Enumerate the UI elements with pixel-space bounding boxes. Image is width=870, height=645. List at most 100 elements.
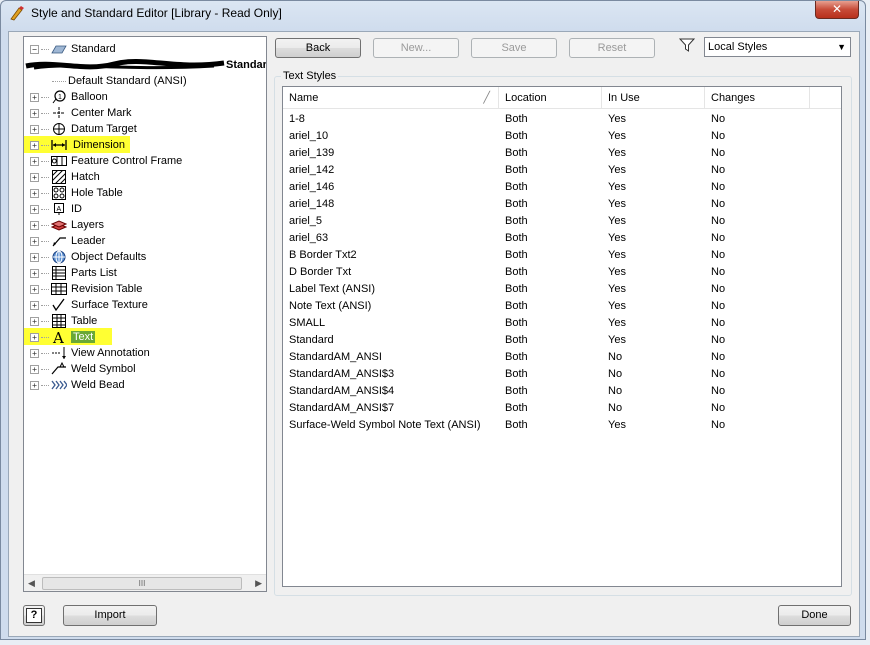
close-button[interactable]: ✕ [815,1,859,19]
table-row[interactable]: ariel_5 Both Yes No [283,213,841,230]
help-button[interactable]: ? [23,605,45,626]
app-icon [10,6,24,21]
svg-text:A: A [52,330,64,344]
table-row[interactable]: Label Text (ANSI) Both Yes No [283,281,841,298]
expand-icon[interactable]: + [30,316,39,326]
tree-item-id[interactable]: + A ID [30,201,82,217]
tree-item-text[interactable]: + A Text [24,328,112,345]
tree-horizontal-scrollbar[interactable]: ◀ III ▶ [24,574,266,591]
expand-icon[interactable]: + [30,92,39,102]
table-row[interactable]: ariel_148 Both Yes No [283,196,841,213]
table-row[interactable]: StandardAM_ANSI$4 Both No No [283,383,841,400]
tree-item-object-defaults[interactable]: + Object Defaults [30,249,146,265]
column-header-name[interactable]: Name ╱ [283,87,499,109]
new-button[interactable]: New... [373,38,459,58]
changes-cell: No [711,300,726,312]
expand-icon[interactable]: + [30,300,39,310]
hatch-icon [51,170,67,184]
tree-item-weld-symbol[interactable]: + Weld Symbol [30,361,136,377]
group-title: Text Styles [281,70,339,82]
location-cell: Both [505,419,528,431]
back-button[interactable]: Back [275,38,361,58]
table-row[interactable]: Note Text (ANSI) Both Yes No [283,298,841,315]
tree-item-hatch[interactable]: + Hatch [30,169,100,185]
collapse-icon[interactable]: − [30,44,39,54]
location-cell: Both [505,113,528,125]
column-header-changes[interactable]: Changes [705,87,810,109]
tree-item-leader[interactable]: + Leader [30,233,105,249]
tree-item-standard[interactable]: − Standard [30,41,116,57]
expand-icon[interactable]: + [30,124,39,134]
column-header-in-use[interactable]: In Use [602,87,705,109]
location-cell: Both [505,198,528,210]
tree-item-dimension[interactable]: + Dimension [24,136,130,153]
table-row[interactable]: Standard Both Yes No [283,332,841,349]
text-styles-list[interactable]: Name ╱ Location In Use Changes 1-8 Both Ye… [282,86,842,587]
tree-item-balloon[interactable]: +1 Balloon [30,89,108,105]
tree-item-table[interactable]: + Table [30,313,97,329]
in-use-cell: Yes [608,232,626,244]
name-cell: ariel_146 [289,181,335,193]
expand-icon[interactable]: + [30,188,39,198]
tree-item-layers[interactable]: + Layers [30,217,104,233]
in-use-cell: Yes [608,130,626,142]
import-button[interactable]: Import [63,605,157,626]
location-cell: Both [505,351,528,363]
location-cell: Both [505,334,528,346]
expand-icon[interactable]: + [30,108,39,118]
table-row[interactable]: ariel_142 Both Yes No [283,162,841,179]
expand-icon[interactable]: + [30,140,39,150]
table-row[interactable]: Surface-Weld Symbol Note Text (ANSI) Both… [283,417,841,434]
changes-cell: No [711,147,726,159]
scroll-right-icon[interactable]: ▶ [255,578,262,589]
tree-item-parts-list[interactable]: + Parts List [30,265,117,281]
tree-item-feature-control-frame[interactable]: + Feature Control Frame [30,153,182,169]
name-cell: ariel_63 [289,232,329,244]
save-button[interactable]: Save [471,38,557,58]
expand-icon[interactable]: + [30,348,39,358]
tree-item-default-standard[interactable]: Default Standard (ANSI) [52,73,187,89]
reset-button[interactable]: Reset [569,38,655,58]
expand-icon[interactable]: + [30,252,39,262]
tree-item-label: Datum Target [71,123,137,135]
help-icon: ? [26,608,42,623]
table-row[interactable]: ariel_63 Both Yes No [283,230,841,247]
expand-icon[interactable]: + [30,284,39,294]
table-row[interactable]: StandardAM_ANSI$3 Both No No [283,366,841,383]
title-bar[interactable]: Style and Standard Editor [Library - Rea… [1,1,865,25]
style-filter-dropdown[interactable]: Local Styles ▼ [704,37,851,57]
table-row[interactable]: D Border Txt Both Yes No [283,264,841,281]
done-button[interactable]: Done [778,605,851,626]
layers-icon [51,218,67,232]
expand-icon[interactable]: + [30,268,39,278]
scroll-left-icon[interactable]: ◀ [28,578,35,589]
table-row[interactable]: StandardAM_ANSI$7 Both No No [283,400,841,417]
tree-item-view-annotation[interactable]: + View Annotation [30,345,150,361]
expand-icon[interactable]: + [30,236,39,246]
tree-item-center-mark[interactable]: + Center Mark [30,105,132,121]
expand-icon[interactable]: + [30,156,39,166]
table-row[interactable]: ariel_139 Both Yes No [283,145,841,162]
tree-item-surface-texture[interactable]: + Surface Texture [30,297,148,313]
column-header-location[interactable]: Location [499,87,602,109]
expand-icon[interactable]: + [30,204,39,214]
style-tree[interactable]: − Standard Standard (A Defaul [23,36,267,592]
name-cell: ariel_10 [289,130,329,142]
table-row[interactable]: ariel_10 Both Yes No [283,128,841,145]
filter-icon[interactable] [679,37,695,53]
table-row[interactable]: B Border Txt2 Both Yes No [283,247,841,264]
table-row[interactable]: 1-8 Both Yes No [283,111,841,128]
scroll-thumb[interactable]: III [42,577,242,590]
expand-icon[interactable]: + [30,332,39,342]
tree-item-hole-table[interactable]: + Hole Table [30,185,123,201]
table-row[interactable]: ariel_146 Both Yes No [283,179,841,196]
expand-icon[interactable]: + [30,220,39,230]
table-row[interactable]: SMALL Both Yes No [283,315,841,332]
tree-item-revision-table[interactable]: + Revision Table [30,281,142,297]
tree-item-datum-target[interactable]: + Datum Target [30,121,137,137]
tree-item-weld-bead[interactable]: + Weld Bead [30,377,125,393]
expand-icon[interactable]: + [30,380,39,390]
expand-icon[interactable]: + [30,172,39,182]
table-row[interactable]: StandardAM_ANSI Both No No [283,349,841,366]
expand-icon[interactable]: + [30,364,39,374]
